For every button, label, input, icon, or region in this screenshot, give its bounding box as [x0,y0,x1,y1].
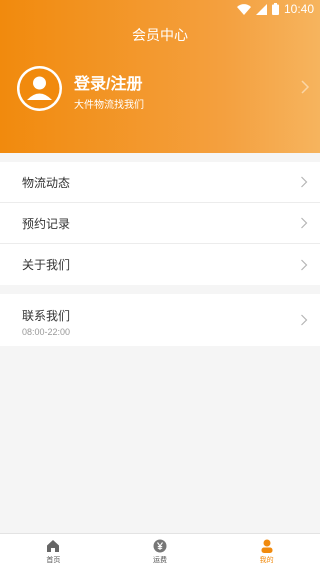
battery-icon [271,3,279,15]
contact-hours: 08:00-22:00 [22,327,71,337]
avatar[interactable] [17,66,62,111]
member-header: 10:40 会员中心 登录/注册 大件物流找我们 [0,0,320,153]
menu-item-label: 物流动态 [22,175,71,190]
chevron-right-icon [301,259,308,270]
wifi-icon [236,3,251,15]
tab-freight[interactable]: 运费 [107,534,214,569]
tab-home[interactable]: 首页 [0,534,107,569]
signal-icon [255,3,267,15]
menu-item-bookings[interactable]: 预约记录 [0,203,320,244]
tab-label: 运费 [153,556,167,564]
login-register-link[interactable]: 登录/注册 [74,70,142,94]
status-bar: 10:40 [0,0,320,18]
menu-item-label: 预约记录 [22,216,71,231]
page-title: 会员中心 [132,27,188,43]
tab-label: 首页 [46,556,61,564]
menu-item-label: 关于我们 [22,258,71,272]
menu-item-logistics[interactable]: 物流动态 [0,162,320,203]
menu-item-contact[interactable]: 联系我们 08:00-22:00 [0,294,320,346]
chevron-right-icon [301,176,308,188]
tab-label: 我的 [259,556,274,564]
home-icon [47,539,60,552]
contact-label: 联系我们 [22,309,71,323]
tab-mine[interactable]: 我的 [213,534,320,569]
yen-icon [153,539,167,552]
chevron-right-icon [301,217,308,229]
login-subtitle: 大件物流找我们 [74,100,144,111]
chevron-right-icon[interactable] [300,80,310,94]
chevron-right-icon [301,314,308,326]
status-time: 10:40 [283,2,314,16]
person-icon [261,539,273,553]
bottom-tab-bar: 首页 运费 我的 [0,533,320,569]
menu-item-about[interactable]: 关于我们 [0,244,320,285]
menu-list: 物流动态 预约记录 关于我们 [0,162,320,285]
contact-section: 联系我们 08:00-22:00 [0,294,320,346]
user-avatar-icon [19,68,60,109]
